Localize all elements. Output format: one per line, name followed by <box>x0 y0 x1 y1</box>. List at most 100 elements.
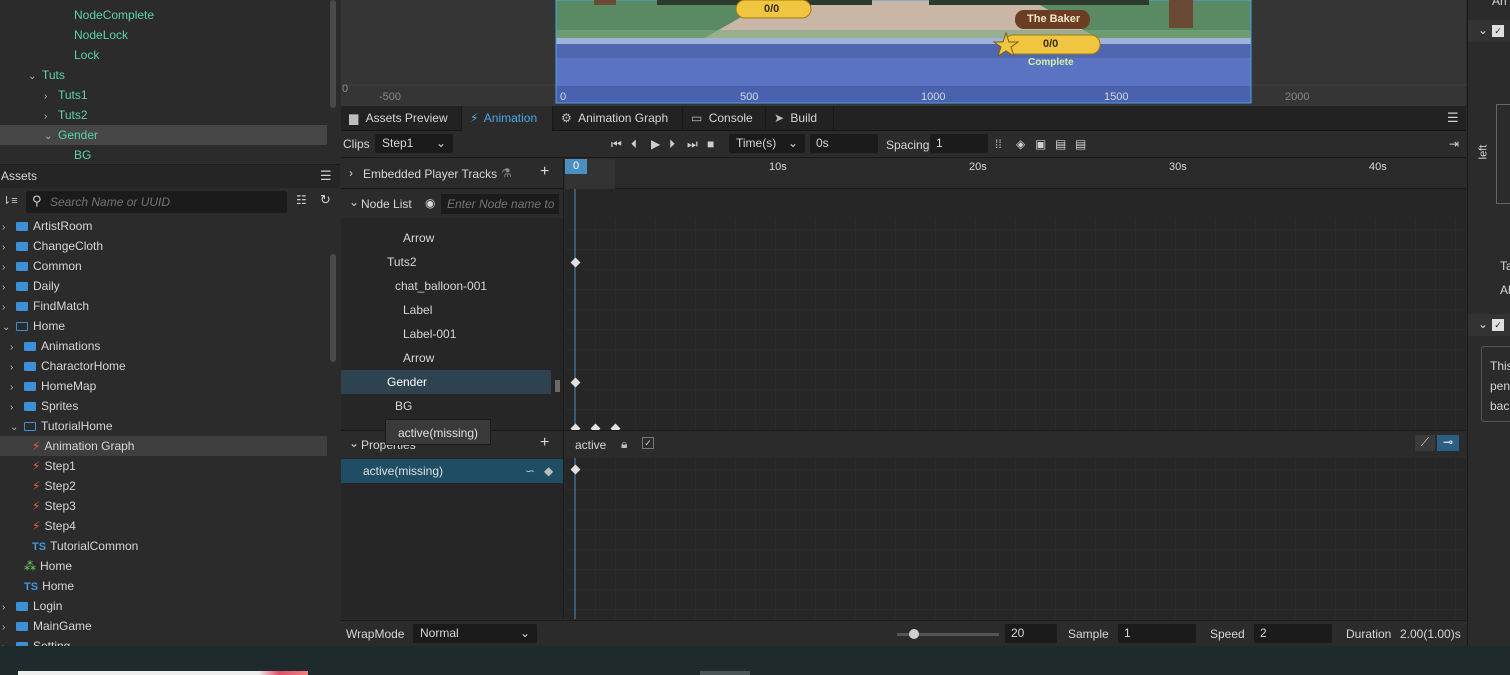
chevron-icon[interactable]: ⌄ <box>28 67 38 87</box>
chevron-down-icon[interactable]: ⌄ <box>349 195 359 209</box>
chevron-icon[interactable]: › <box>2 218 12 238</box>
chevron-icon[interactable]: › <box>2 238 12 258</box>
asset-item[interactable]: › FindMatch <box>0 296 327 316</box>
asset-item[interactable]: › Daily <box>0 276 327 296</box>
asset-item[interactable]: › Animations <box>0 336 327 356</box>
asset-item[interactable]: TS TutorialCommon <box>0 536 327 556</box>
asset-item[interactable]: › MainGame <box>0 616 327 636</box>
keyframe-icon[interactable]: ◈ <box>1016 136 1025 152</box>
node-row-label-001[interactable]: Label-001 <box>341 322 563 346</box>
scene-view[interactable]: 0/0 The Baker 0/0 Complete 0 -500 0 500 … <box>341 0 1466 106</box>
add-icon[interactable]: + <box>540 163 549 181</box>
tab-animation[interactable]: ⚡ Animation <box>462 106 553 131</box>
prev-frame-icon[interactable]: ⏴ <box>631 136 637 152</box>
chevron-icon[interactable]: › <box>10 398 20 418</box>
asset-item[interactable]: ⚡ Step1 <box>0 456 327 476</box>
assets-scrollbar[interactable] <box>330 254 336 362</box>
menu-icon[interactable]: ☰ <box>1447 110 1459 126</box>
refresh-icon[interactable]: ↻ <box>320 192 331 208</box>
asset-item[interactable]: ⚡ Animation Graph <box>0 436 327 456</box>
checkbox-icon[interactable]: ✓ <box>1492 319 1504 331</box>
assets-search-box[interactable]: ⚲ <box>26 191 287 213</box>
section-header[interactable]: ⌄ ✓ <box>1468 314 1510 336</box>
chevron-icon[interactable]: › <box>2 598 12 618</box>
hierarchy-node[interactable]: NodeLock <box>0 25 327 45</box>
next-frame-icon[interactable]: ⏵ <box>669 136 675 152</box>
collapse-all-icon[interactable]: ☷ <box>296 193 307 207</box>
chevron-icon[interactable]: › <box>2 258 12 278</box>
lock-icon[interactable]: 🔒︎ <box>621 437 627 452</box>
chevron-icon[interactable]: › <box>44 107 54 127</box>
node-row-gender[interactable]: Gender <box>341 370 551 394</box>
chevron-icon[interactable]: ⌄ <box>44 127 54 147</box>
node-row-chat-balloon[interactable]: chat_balloon-001 <box>341 274 563 298</box>
widget-box[interactable] <box>1496 104 1510 204</box>
tab-console[interactable]: ▭ Console <box>683 106 766 131</box>
speed-input[interactable]: 2 <box>1254 624 1332 643</box>
asset-item[interactable]: › Setting <box>0 636 327 646</box>
asset-item[interactable]: › ChangeCloth <box>0 236 327 256</box>
chevron-icon[interactable]: › <box>2 278 12 298</box>
zoom-slider-handle[interactable] <box>909 629 919 639</box>
node-row-bg[interactable]: BG <box>341 394 563 418</box>
asset-item[interactable]: › Common <box>0 256 327 276</box>
keyframe-icon[interactable]: ◆ <box>544 459 553 483</box>
node-row-arrow-2[interactable]: Arrow <box>341 346 563 370</box>
hierarchy-node[interactable]: › Tuts2 <box>0 105 327 125</box>
key-view-icon[interactable]: ⊸ <box>1437 435 1459 451</box>
node-list-scrollbar[interactable] <box>555 380 560 392</box>
tab-animation-graph[interactable]: ⚙ Animation Graph <box>553 106 683 131</box>
zoom-input[interactable]: 20 <box>1005 624 1057 643</box>
curve-icon[interactable]: ∽ <box>525 459 535 483</box>
section-header[interactable]: ⌄ ✓ <box>1468 20 1510 42</box>
sort-icon[interactable]: ⇂≡ <box>2 194 18 207</box>
asset-item[interactable]: ⚡ Step3 <box>0 496 327 516</box>
asset-item[interactable]: › ArtistRoom <box>0 216 327 236</box>
timeline[interactable]: 0 10s 20s 30s 40s active 🔒︎ ✓ ⟋ ⊸ <box>565 159 1466 619</box>
asset-item[interactable]: › Login <box>0 596 327 616</box>
asset-item[interactable]: › Sprites <box>0 396 327 416</box>
play-icon[interactable]: ▶ <box>651 136 660 152</box>
checkbox-icon[interactable]: ✓ <box>642 437 654 449</box>
chevron-icon[interactable]: › <box>10 358 20 378</box>
grid-icon[interactable]: ⁞⁞ <box>995 136 1002 152</box>
curve-view-icon[interactable]: ⟋ <box>1415 435 1435 451</box>
time-mode-select[interactable]: Time(s) ⌄ <box>729 134 805 153</box>
zoom-slider[interactable] <box>897 629 999 639</box>
chevron-icon[interactable]: ⌄ <box>10 418 20 438</box>
save-icon[interactable]: ▣ <box>1035 136 1046 152</box>
time-input[interactable]: 0s <box>810 134 878 153</box>
tab-build[interactable]: ➤ Build <box>766 106 834 131</box>
checkbox-icon[interactable]: ✓ <box>1492 25 1504 37</box>
menu-icon[interactable]: ☰ <box>320 168 332 184</box>
time-ruler[interactable]: 0 10s 20s 30s 40s <box>565 159 1466 189</box>
chevron-down-icon[interactable]: ⌄ <box>349 436 359 450</box>
node-row-tuts2[interactable]: Tuts2 <box>341 250 563 274</box>
list-icon[interactable]: ▤ <box>1075 136 1086 152</box>
clips-select[interactable]: Step1 ⌄ <box>375 134 453 153</box>
wrapmode-select[interactable]: Normal ⌄ <box>413 624 537 643</box>
chevron-icon[interactable]: › <box>10 338 20 358</box>
jump-last-icon[interactable]: ⏭ <box>687 136 698 152</box>
event-icon[interactable]: ▤ <box>1055 136 1066 152</box>
jump-first-icon[interactable]: ⏮ <box>611 136 622 152</box>
hierarchy-node[interactable]: BG <box>0 145 327 163</box>
chevron-icon[interactable]: › <box>10 378 20 398</box>
eye-icon[interactable]: ◉ <box>425 196 435 210</box>
exit-icon[interactable]: ⇥ <box>1449 136 1459 152</box>
chevron-icon[interactable]: › <box>2 618 12 638</box>
node-row-label[interactable]: Label <box>341 298 563 322</box>
spacing-input[interactable]: 1 <box>930 134 988 153</box>
hierarchy-node[interactable]: ⌄ Tuts <box>0 65 327 85</box>
chevron-icon[interactable]: ⌄ <box>2 318 12 338</box>
hierarchy-node[interactable]: Lock <box>0 45 327 65</box>
hierarchy-node[interactable]: ⌄ Gender <box>0 125 327 145</box>
playhead-marker[interactable]: 0 <box>565 159 587 174</box>
property-row-active[interactable]: active(missing) ∽ ◆ <box>341 459 563 483</box>
asset-item[interactable]: ⌄ TutorialHome <box>0 416 327 436</box>
asset-item[interactable]: ⚡ Step4 <box>0 516 327 536</box>
asset-item[interactable]: TS Home <box>0 576 327 596</box>
hierarchy-node[interactable]: › Tuts1 <box>0 85 327 105</box>
add-icon[interactable]: + <box>540 434 549 452</box>
embedded-tracks-header[interactable]: › Embedded Player Tracks ⚗ + <box>341 159 563 189</box>
